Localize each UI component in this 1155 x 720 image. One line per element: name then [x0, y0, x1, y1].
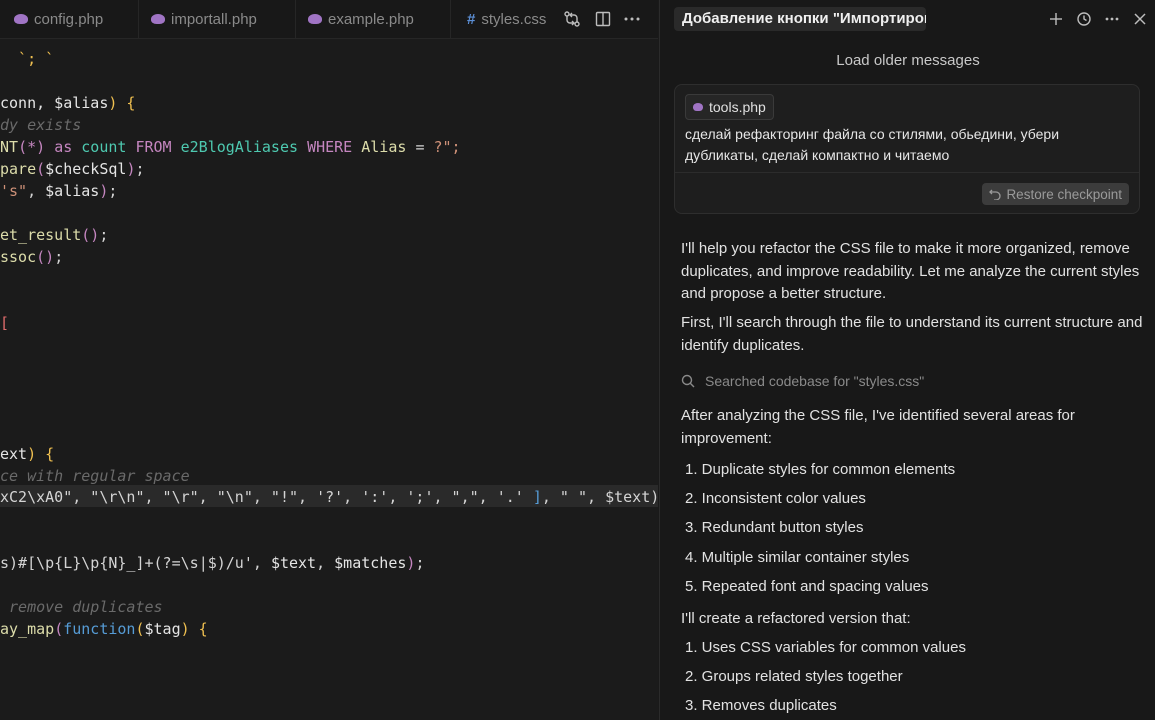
chat-header: Добавление кнопки "Импортирова	[660, 0, 1155, 38]
restore-label: Restore checkpoint	[1006, 186, 1122, 202]
undo-icon	[989, 189, 1002, 200]
code-line: remove duplicates	[0, 598, 163, 616]
code-line: conn, $alias) {	[0, 94, 136, 112]
list-item: 1. Duplicate styles for common elements	[685, 461, 956, 478]
code-line: xC2\xA0", "\r\n", "\r", "\n", "!", '?', …	[0, 488, 658, 506]
tab-label: styles.css	[481, 10, 547, 28]
code-line: ext) {	[0, 445, 55, 463]
code-line: 's", $alias);	[0, 182, 118, 200]
user-message: tools.php сделай рефакторинг файла со ст…	[674, 84, 1140, 214]
code-area[interactable]: `; ` conn, $alias) { dy exists NT(*) as …	[0, 38, 658, 720]
code-line: ssoc();	[0, 248, 64, 266]
list-item: 5. Repeated font and spacing values	[685, 578, 929, 595]
chat-title[interactable]: Добавление кнопки "Импортирова	[674, 7, 926, 31]
tab-example-php[interactable]: example.php	[296, 0, 451, 38]
list-item: 4. Multiple similar container styles	[685, 549, 910, 566]
code-line: ce with regular space	[0, 467, 190, 485]
php-icon	[151, 14, 165, 24]
restore-checkpoint-button[interactable]: Restore checkpoint	[982, 183, 1129, 205]
php-icon	[693, 103, 703, 111]
code-line: ay_map(function($tag) {	[0, 620, 208, 638]
code-line: et_result();	[0, 226, 109, 244]
tab-importall-php[interactable]: importall.php	[139, 0, 296, 38]
attachment-chip[interactable]: tools.php	[685, 94, 774, 120]
divider	[675, 172, 1139, 173]
search-icon	[681, 374, 695, 388]
tab-label: example.php	[328, 10, 414, 28]
css-icon: #	[467, 10, 476, 28]
tab-label: importall.php	[171, 10, 257, 28]
history-icon[interactable]	[1074, 9, 1094, 29]
user-message-text: сделай рефакторинг файла со стилями, обь…	[685, 126, 1060, 163]
compare-changes-icon[interactable]	[561, 8, 583, 30]
code-line: dy exists	[0, 116, 82, 134]
php-icon	[14, 14, 28, 24]
code-line: NT(*) as count FROM e2BlogAliases WHERE …	[0, 138, 461, 156]
response-paragraph: I'll help you refactor the CSS file to m…	[681, 240, 1140, 302]
response-paragraph: I'll create a refactored version that:	[681, 610, 911, 627]
chat-panel: Добавление кнопки "Импортирова Load olde…	[659, 0, 1155, 720]
editor-tab-bar: config.php importall.php example.php # s…	[0, 0, 658, 39]
response-paragraph: After analyzing the CSS file, I've ident…	[681, 407, 1075, 447]
more-icon[interactable]	[1102, 9, 1122, 29]
attachment-label: tools.php	[709, 99, 766, 115]
list-item: 2. Groups related styles together	[685, 668, 903, 685]
load-older-messages[interactable]: Load older messages	[660, 52, 1155, 69]
list-item: 3. Redundant button styles	[685, 519, 864, 536]
code-line: `; `	[0, 50, 55, 68]
list-item: 2. Inconsistent color values	[685, 490, 866, 507]
tab-styles-css[interactable]: # styles.css	[451, 0, 554, 38]
search-result-label: Searched codebase for "styles.css"	[705, 373, 925, 389]
code-line: pare($checkSql);	[0, 160, 145, 178]
php-icon	[308, 14, 322, 24]
search-result[interactable]: Searched codebase for "styles.css"	[681, 370, 924, 392]
code-line: [	[0, 314, 10, 332]
code-line: s)#[\p{L}\p{N}_]+(?=\s|$)/u', $text, $ma…	[0, 554, 425, 572]
tab-label: config.php	[34, 10, 104, 28]
list-item: 1. Uses CSS variables for common values	[685, 639, 966, 656]
tab-config-php[interactable]: config.php	[0, 0, 139, 38]
close-icon[interactable]	[1130, 9, 1150, 29]
more-actions-icon[interactable]	[621, 8, 643, 30]
response-paragraph: First, I'll search through the file to u…	[681, 314, 1143, 354]
code-editor: config.php importall.php example.php # s…	[0, 0, 658, 720]
split-editor-icon[interactable]	[592, 8, 614, 30]
new-chat-icon[interactable]	[1046, 9, 1066, 29]
list-item: 3. Removes duplicates	[685, 697, 837, 714]
